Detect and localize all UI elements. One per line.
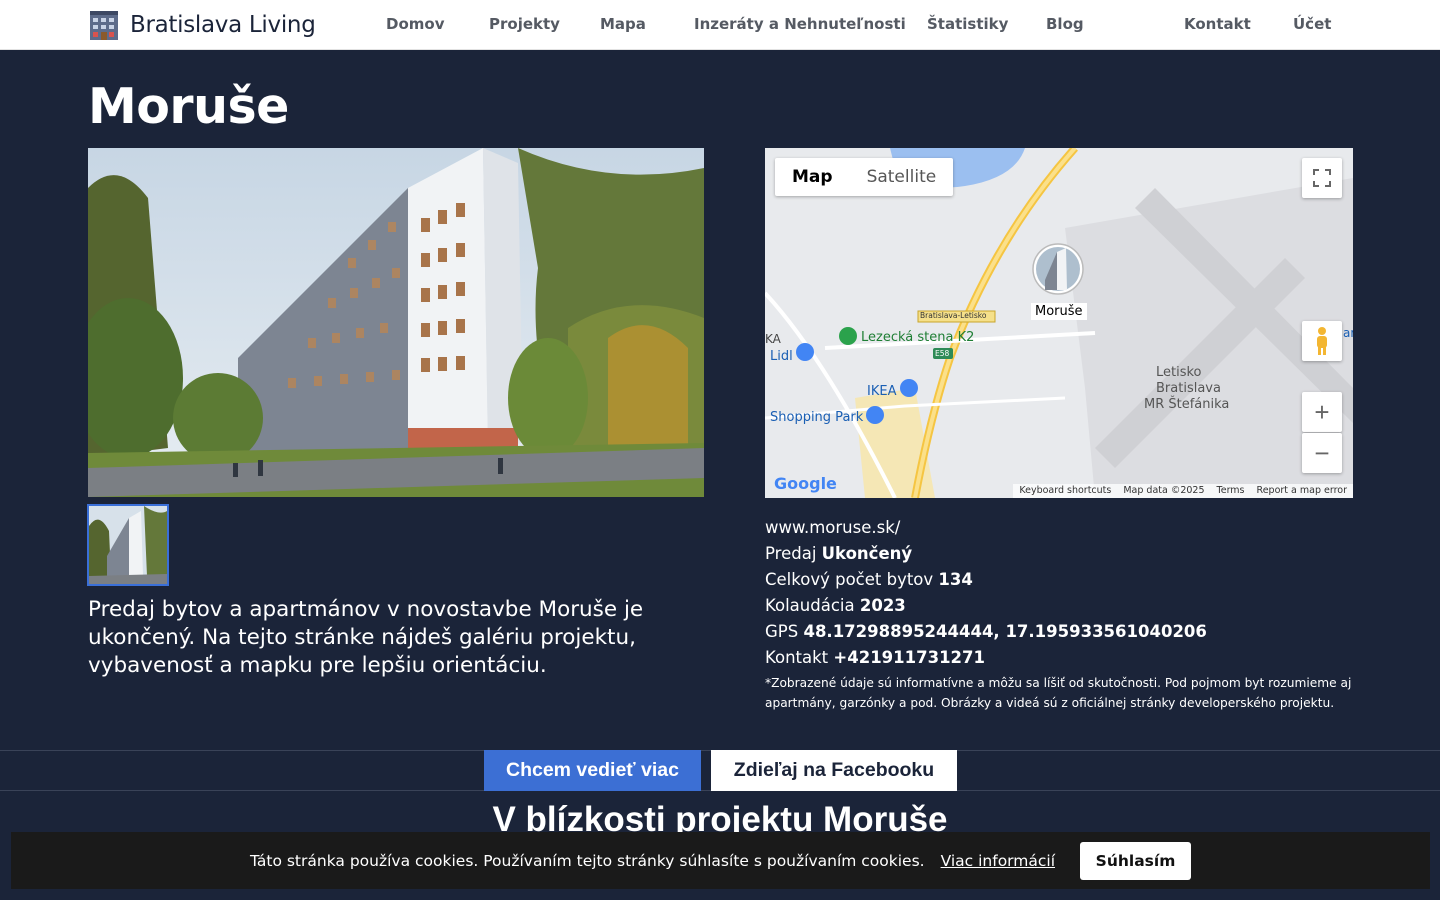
completion-row: Kolaudácia 2023 — [765, 593, 1355, 619]
fullscreen-icon[interactable] — [1302, 158, 1342, 198]
map-label-airport-2: Bratislava — [1156, 381, 1221, 396]
sale-label: Predaj — [765, 544, 817, 563]
contact-row: Kontakt +421911731271 — [765, 645, 1355, 671]
map-label-ka: KA — [765, 332, 781, 346]
nav-kontakt[interactable]: Kontakt — [1184, 15, 1251, 33]
map-type-satellite[interactable]: Satellite — [850, 158, 954, 196]
thumbnail-image — [89, 506, 167, 584]
contact-phone-link[interactable]: +421911731271 — [833, 648, 985, 667]
map-label-airport-1: Letisko — [1156, 365, 1202, 380]
map-canvas — [765, 148, 1353, 498]
map-type-switcher: Map Satellite — [775, 158, 954, 196]
pegman-icon[interactable] — [1302, 321, 1342, 361]
cookie-more-info-link[interactable]: Viac informácií — [941, 852, 1055, 870]
project-info: www.moruse.sk/ Predaj Ukončený Celkový p… — [765, 515, 1355, 713]
map-label-ikea: IKEA — [867, 384, 897, 399]
completion-label: Kolaudácia — [765, 596, 855, 615]
map-label-shopping-park: Shopping Park — [770, 410, 864, 425]
gps-label: GPS — [765, 622, 799, 641]
map-data-credit: Map data ©2025 — [1123, 485, 1205, 496]
nav-blog[interactable]: Blog — [1046, 15, 1084, 33]
map-marker-label[interactable]: Moruše — [1031, 303, 1087, 320]
learn-more-button[interactable]: Chcem vedieť viac — [484, 750, 701, 791]
nav-statistiky[interactable]: Štatistiky — [927, 15, 1008, 33]
cookie-accept-button[interactable]: Súhlasím — [1080, 841, 1192, 880]
site-header: Bratislava Living Domov Projekty Mapa In… — [0, 0, 1440, 50]
nav-inzeraty[interactable]: Inzeráty a Nehnuteľnosti — [694, 15, 906, 33]
sale-row: Predaj Ukončený — [765, 541, 1355, 567]
project-website-link[interactable]: www.moruse.sk/ — [765, 518, 900, 537]
project-description: Predaj bytov a apartmánov v novostavbe M… — [88, 597, 644, 678]
zoom-in-icon[interactable]: + — [1302, 392, 1342, 432]
map-type-map[interactable]: Map — [775, 158, 850, 196]
gps-row: GPS 48.17298895244444, 17.19593356104020… — [765, 619, 1355, 645]
nav-ucet[interactable]: Účet — [1293, 15, 1331, 33]
page-title: Moruše — [88, 78, 289, 135]
map-label-edge: ar — [1343, 326, 1353, 340]
project-main-image[interactable] — [88, 148, 704, 497]
brand-link[interactable]: Bratislava Living — [88, 8, 316, 42]
gallery-thumbnail[interactable] — [87, 504, 169, 586]
brand-name: Bratislava Living — [130, 12, 316, 38]
map-label-e58: E58 — [935, 349, 950, 358]
gps-value: 48.17298895244444, 17.195933561040206 — [803, 622, 1207, 641]
contact-value: +421911731271 — [833, 648, 985, 667]
cookie-text: Táto stránka používa cookies. Používaním… — [249, 851, 925, 870]
nav-projekty[interactable]: Projekty — [489, 15, 560, 33]
map-label-road-sign: Bratislava-Letisko — [920, 311, 987, 320]
building-logo-icon — [90, 11, 118, 40]
zoom-out-icon[interactable]: − — [1302, 433, 1342, 473]
cookie-banner: Táto stránka používa cookies. Používaním… — [11, 832, 1430, 889]
map-footer: Keyboard shortcuts Map data ©2025 Terms … — [1013, 484, 1353, 498]
project-map[interactable]: Map Satellite + − Moruše Lezecká stena K… — [765, 148, 1353, 498]
share-facebook-button[interactable]: Zdieľaj na Facebooku — [711, 750, 957, 791]
google-logo: Google — [774, 474, 837, 493]
nav-mapa[interactable]: Mapa — [600, 15, 646, 33]
nav-domov[interactable]: Domov — [386, 15, 444, 33]
units-value: 134 — [938, 570, 973, 589]
building-illustration — [88, 148, 704, 497]
map-report-error[interactable]: Report a map error — [1257, 484, 1347, 498]
disclaimer: *Zobrazené údaje sú informatívne a môžu … — [765, 676, 1352, 710]
contact-label: Kontakt — [765, 648, 829, 667]
completion-value: 2023 — [859, 596, 906, 615]
map-label-lidl: Lidl — [770, 349, 793, 364]
units-row: Celkový počet bytov 134 — [765, 567, 1355, 593]
units-label: Celkový počet bytov — [765, 570, 934, 589]
map-label-airport-3: MR Štefánika — [1144, 397, 1230, 412]
map-keyboard-shortcuts[interactable]: Keyboard shortcuts — [1019, 484, 1111, 498]
map-label-lezecka: Lezecká stena K2 — [861, 330, 975, 345]
sale-value: Ukončený — [821, 544, 913, 563]
map-terms[interactable]: Terms — [1217, 484, 1245, 498]
